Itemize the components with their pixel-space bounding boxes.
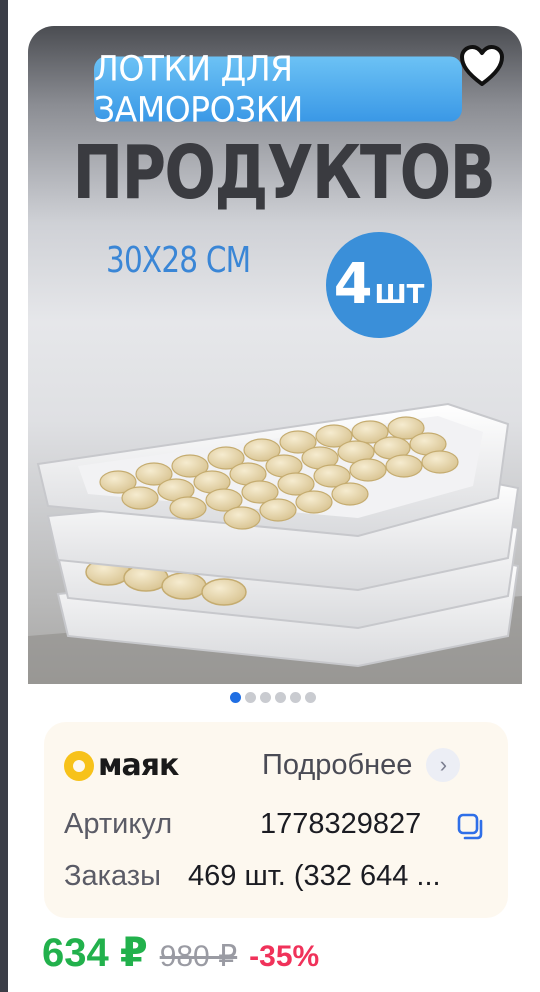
heart-icon [460, 45, 504, 86]
carousel-dot[interactable] [305, 692, 316, 703]
banner-size: 30Х28 СМ [106, 240, 251, 281]
copy-icon[interactable] [456, 812, 486, 842]
quantity-unit: ШТ [374, 280, 425, 310]
favorite-button[interactable] [454, 40, 510, 92]
quantity-badge: 4 ШТ [326, 232, 432, 338]
mayak-logo-icon [64, 750, 94, 781]
page-edge [0, 0, 8, 992]
orders-value: 469 шт. (332 644 ... [188, 860, 441, 892]
discount-badge: -35% [249, 940, 320, 973]
trays-illustration [28, 402, 522, 684]
more-label: Подробнее [262, 748, 413, 781]
analytics-panel: маяк Подробнее › Артикул 1778329827 Зака… [44, 722, 508, 918]
chevron-right-icon: › [426, 748, 461, 782]
article-value[interactable]: 1778329827 [260, 808, 421, 841]
mayak-logo: маяк [64, 748, 179, 783]
product-image[interactable]: ЛОТКИ ДЛЯ ЗАМОРОЗКИ ПРОДУКТОВ 30Х28 СМ 4… [28, 26, 522, 684]
carousel-dot[interactable] [260, 692, 271, 703]
banner-headline: ПРОДУКТОВ [72, 130, 495, 216]
old-price: 980 ₽ [159, 940, 238, 973]
current-price: 634 ₽ [42, 931, 148, 975]
brand-name: маяк [98, 748, 179, 783]
carousel-dot[interactable] [230, 692, 241, 703]
carousel-indicator[interactable] [230, 692, 316, 706]
orders-label: Заказы [64, 860, 161, 892]
article-label: Артикул [64, 808, 173, 840]
quantity-number: 4 [333, 252, 373, 317]
carousel-dot[interactable] [275, 692, 286, 703]
more-button[interactable]: Подробнее › [262, 748, 461, 782]
carousel-dot[interactable] [290, 692, 301, 703]
price-row: 634 ₽ 980 ₽ -35% [42, 930, 319, 986]
carousel-dot[interactable] [245, 692, 256, 703]
banner-label: ЛОТКИ ДЛЯ ЗАМОРОЗКИ [94, 48, 462, 130]
